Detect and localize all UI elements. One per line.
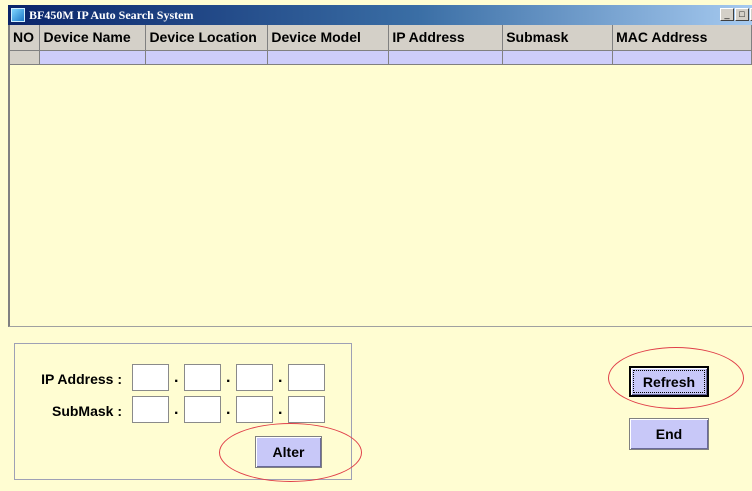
mask-separator: .: [174, 401, 179, 418]
mask-octet-3-input[interactable]: [236, 396, 273, 423]
table-cell[interactable]: [10, 50, 41, 65]
ip-separator: .: [278, 369, 283, 386]
mask-separator: .: [278, 401, 283, 418]
column-header-device-model[interactable]: Device Model: [267, 25, 390, 51]
column-header-no[interactable]: NO: [10, 25, 41, 51]
column-header-mac-address[interactable]: MAC Address: [612, 25, 752, 51]
maximize-button[interactable]: □: [735, 8, 749, 21]
ip-octet-3-input[interactable]: [236, 364, 273, 391]
window-title: BF450M IP Auto Search System: [29, 8, 194, 22]
minimize-button[interactable]: _: [720, 8, 734, 21]
table-cell[interactable]: [612, 50, 752, 65]
ip-address-label: IP Address :: [41, 371, 122, 387]
ip-octet-1-input[interactable]: [132, 364, 169, 391]
column-header-device-location[interactable]: Device Location: [145, 25, 269, 51]
table-cell[interactable]: [502, 50, 614, 65]
table-cell[interactable]: [39, 50, 147, 65]
mask-separator: .: [226, 401, 231, 418]
device-table: NO Device Name Device Location Device Mo…: [10, 25, 752, 65]
table-row[interactable]: [10, 50, 752, 65]
table-cell[interactable]: [388, 50, 504, 65]
column-header-device-name[interactable]: Device Name: [39, 25, 147, 51]
device-grid[interactable]: NO Device Name Device Location Device Mo…: [8, 25, 752, 327]
title-bar[interactable]: BF450M IP Auto Search System _ □: [8, 5, 752, 25]
ip-octet-2-input[interactable]: [184, 364, 221, 391]
column-header-submask[interactable]: Submask: [502, 25, 614, 51]
ip-octet-4-input[interactable]: [288, 364, 325, 391]
ip-separator: .: [174, 369, 179, 386]
mask-octet-4-input[interactable]: [288, 396, 325, 423]
alter-button[interactable]: Alter: [255, 436, 322, 468]
submask-label: SubMask :: [51, 403, 122, 419]
refresh-button[interactable]: Refresh: [629, 366, 709, 397]
table-cell[interactable]: [267, 50, 390, 65]
table-cell[interactable]: [145, 50, 269, 65]
mask-octet-1-input[interactable]: [132, 396, 169, 423]
ip-separator: .: [226, 369, 231, 386]
app-icon: [11, 8, 25, 22]
end-button[interactable]: End: [629, 418, 709, 450]
column-header-ip-address[interactable]: IP Address: [388, 25, 504, 51]
mask-octet-2-input[interactable]: [184, 396, 221, 423]
